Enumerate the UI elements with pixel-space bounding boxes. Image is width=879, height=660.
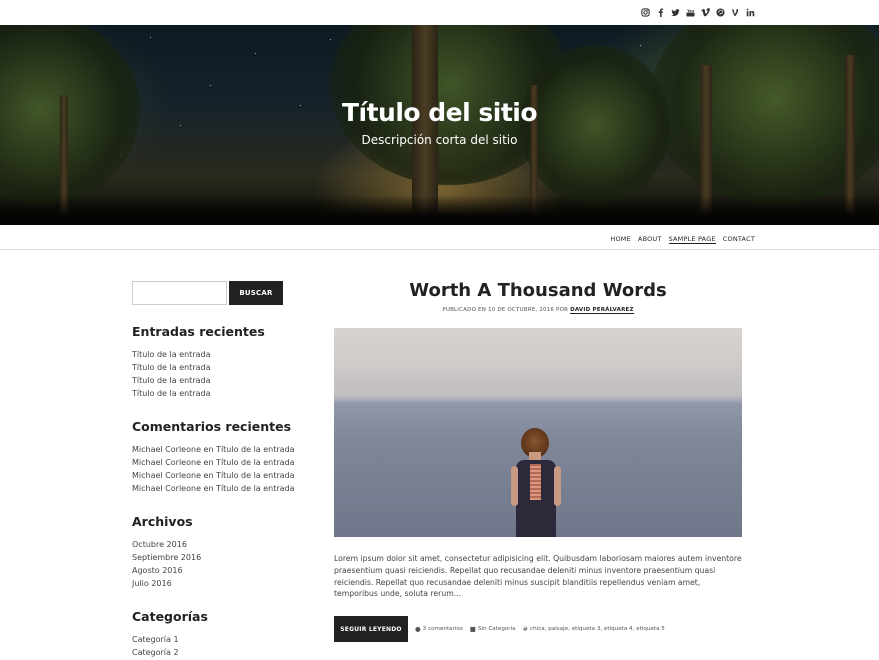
category-link[interactable]: Categoría 1 — [132, 633, 302, 646]
recent-comment-link[interactable]: Michael Corleone en Título de la entrada — [132, 443, 302, 456]
woman-arm-right — [554, 466, 561, 506]
post-meta-date: PUBLICADO EN 10 DE OCTUBRE, 2016 POR — [442, 307, 569, 313]
site-description: Descripción corta del sitio — [361, 133, 518, 147]
ground — [0, 195, 879, 225]
search-button[interactable]: BUSCAR — [229, 281, 283, 305]
tags-meta[interactable]: # chica, paisaje, etiqueta 3, etiqueta 4… — [523, 625, 665, 633]
folder-icon: ■ — [469, 625, 476, 633]
star — [330, 39, 331, 40]
search-form: BUSCAR — [132, 281, 302, 305]
post-excerpt: Lorem ipsum dolor sit amet, consectetur … — [334, 554, 742, 599]
nav-item-contact[interactable]: CONTACT — [723, 235, 755, 244]
woman-arm-left — [511, 466, 518, 506]
nav-item-sample-page[interactable]: SAMPLE PAGE — [668, 235, 716, 244]
read-more-button[interactable]: SEGUIR LEYENDO — [334, 616, 408, 642]
woman-dress-back-detail — [530, 464, 541, 500]
comments-link[interactable]: ● 3 comentarios — [415, 625, 463, 633]
horizon — [334, 388, 742, 404]
search-input[interactable] — [132, 281, 227, 305]
nav-item-home[interactable]: HOME — [610, 235, 631, 244]
post-footer: SEGUIR LEYENDO ● 3 comentarios ■ Sin Cat… — [334, 616, 742, 642]
archive-link[interactable]: Septiembre 2016 — [132, 551, 302, 564]
site-title[interactable]: Título del sitio — [0, 98, 879, 127]
post-category: Sin Categoría — [477, 626, 516, 632]
top-bar: You — [0, 0, 879, 25]
archives-list: Octubre 2016 Septiembre 2016 Agosto 2016… — [132, 538, 302, 590]
svg-text:You: You — [686, 9, 694, 13]
vimeo-icon[interactable] — [701, 7, 710, 18]
facebook-icon[interactable] — [656, 7, 665, 18]
post-title[interactable]: Worth A Thousand Words — [334, 280, 742, 301]
recent-comments-list: Michael Corleone en Título de la entrada… — [132, 443, 302, 495]
post-featured-image[interactable] — [334, 328, 742, 537]
recent-comment-link[interactable]: Michael Corleone en Título de la entrada — [132, 456, 302, 469]
hashtag-icon: # — [522, 625, 529, 633]
archive-link[interactable]: Octubre 2016 — [132, 538, 302, 551]
nav-item-about[interactable]: ABOUT — [638, 235, 662, 244]
instagram-icon[interactable] — [641, 7, 650, 18]
recent-comments-title: Comentarios recientes — [132, 419, 292, 434]
youtube-icon[interactable]: You — [686, 7, 695, 18]
comment-icon: ● — [415, 625, 421, 633]
star — [255, 53, 256, 54]
social-links: You — [641, 7, 755, 18]
twitter-icon[interactable] — [671, 7, 680, 18]
star — [210, 85, 211, 86]
star — [150, 37, 151, 38]
hero-banner: Título del sitio Descripción corta del s… — [0, 25, 879, 225]
recent-comment-link[interactable]: Michael Corleone en Título de la entrada — [132, 482, 302, 495]
category-meta[interactable]: ■ Sin Categoría — [470, 625, 516, 633]
star — [640, 45, 641, 46]
post-author-link[interactable]: DAVID PERÁLVAREZ — [570, 307, 634, 314]
pinterest-icon[interactable] — [716, 7, 725, 18]
recent-comment-link[interactable]: Michael Corleone en Título de la entrada — [132, 469, 302, 482]
post-tags: chica, paisaje, etiqueta 3, etiqueta 4, … — [530, 626, 665, 632]
recent-post-link[interactable]: Título de la entrada — [132, 361, 302, 374]
post-meta: PUBLICADO EN 10 DE OCTUBRE, 2016 POR DAV… — [334, 307, 742, 314]
recent-post-link[interactable]: Título de la entrada — [132, 374, 302, 387]
vine-icon[interactable] — [731, 7, 740, 18]
category-link[interactable]: Categoría 2 — [132, 646, 302, 659]
recent-posts-title: Entradas recientes — [132, 324, 265, 339]
comments-count: 3 comentarios — [422, 626, 463, 632]
archive-link[interactable]: Agosto 2016 — [132, 564, 302, 577]
categories-title: Categorías — [132, 609, 208, 624]
archive-link[interactable]: Julio 2016 — [132, 577, 302, 590]
linkedin-icon[interactable] — [746, 7, 755, 18]
archives-title: Archivos — [132, 514, 193, 529]
recent-post-link[interactable]: Título de la entrada — [132, 387, 302, 400]
categories-list: Categoría 1 Categoría 2 — [132, 633, 302, 659]
main-nav: HOME ABOUT SAMPLE PAGE CONTACT — [0, 225, 879, 250]
sidebar: BUSCAR Entradas recientes Título de la e… — [132, 281, 302, 659]
recent-posts-list: Título de la entrada Título de la entrad… — [132, 348, 302, 400]
recent-post-link[interactable]: Título de la entrada — [132, 348, 302, 361]
